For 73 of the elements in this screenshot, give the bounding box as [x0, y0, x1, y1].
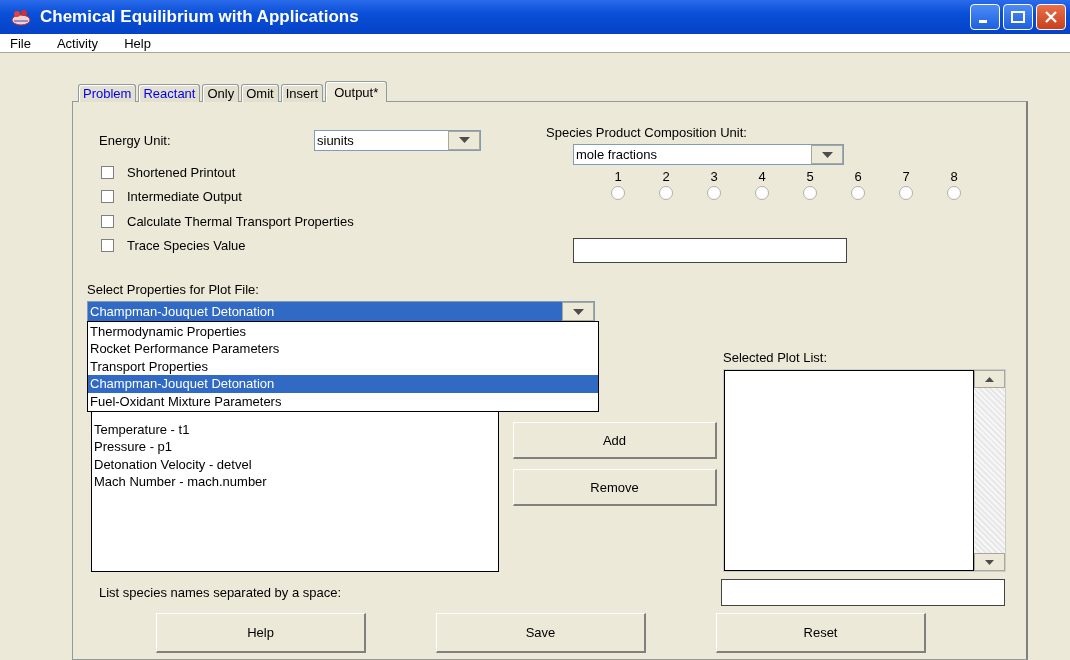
menu-item[interactable]: File	[0, 35, 39, 51]
caret-icon	[458, 137, 470, 143]
radio-button[interactable]	[659, 186, 673, 200]
close-button[interactable]	[1036, 4, 1066, 30]
down-arrow-icon	[985, 559, 994, 565]
radio-label: 5	[806, 169, 814, 185]
scroll-down-button[interactable]	[974, 553, 1005, 571]
app-icon	[10, 8, 32, 26]
maximize-button[interactable]	[1003, 4, 1033, 30]
list-item[interactable]: Mach Number - mach.number	[92, 473, 498, 491]
checkbox-label: Trace Species Value	[127, 238, 246, 254]
dropdown-button[interactable]	[811, 145, 843, 164]
maximize-icon	[1011, 11, 1025, 23]
radio-button[interactable]	[707, 186, 721, 200]
caret-icon	[572, 308, 584, 315]
energy-unit-dropdown[interactable]: siunits	[314, 129, 481, 151]
checkbox[interactable]	[101, 239, 114, 253]
radio-label: 2	[662, 169, 670, 185]
list-item[interactable]: Detonation Velocity - detvel	[92, 455, 498, 474]
dropdown-button[interactable]	[562, 302, 594, 321]
radio-label: 7	[902, 169, 910, 185]
field-label: Select Properties for Plot File:	[87, 282, 260, 297]
field-label: Energy Unit:	[99, 132, 172, 148]
radio-button[interactable]	[899, 186, 913, 200]
tab[interactable]: Insert	[280, 84, 324, 102]
list-button[interactable]: Remove	[513, 469, 717, 506]
radio-button[interactable]	[803, 186, 817, 200]
radio-label: 3	[710, 169, 718, 185]
tab[interactable]: Output*	[325, 81, 388, 102]
checkbox-label: Shortened Printout	[127, 164, 236, 180]
field-label: Species Product Composition Unit:	[546, 125, 748, 140]
composition-unit-dropdown[interactable]: mole fractions	[573, 144, 844, 165]
scrollbar[interactable]	[974, 370, 1005, 571]
plot-properties-dropdown[interactable]: Champman-Jouquet Detonation	[87, 301, 595, 322]
menu-item[interactable]: Help	[114, 35, 159, 51]
window-title: Chemical Equilibrium with Applications	[40, 7, 360, 27]
menu-item[interactable]: Activity	[46, 35, 107, 51]
minimize-icon	[979, 19, 987, 23]
scroll-up-button[interactable]	[974, 370, 1005, 388]
tab[interactable]: Omit	[241, 84, 279, 102]
checkbox[interactable]	[101, 190, 114, 204]
radio-button[interactable]	[851, 186, 865, 200]
field-label: List species names separated by a space:	[99, 585, 343, 600]
list-button[interactable]: Add	[513, 422, 717, 459]
radio-label: 8	[950, 169, 958, 185]
close-icon	[1044, 11, 1058, 23]
list-item[interactable]: Pressure - p1	[92, 438, 498, 456]
radio-label: 4	[758, 169, 766, 185]
caret-icon	[821, 151, 833, 158]
list-label: Selected Plot List:	[723, 350, 829, 365]
tab[interactable]: Problem	[78, 84, 137, 102]
tab[interactable]: Reactant	[138, 84, 201, 102]
dropdown-option[interactable]: Champman-Jouquet Detonation	[88, 375, 598, 393]
tab[interactable]: Only	[202, 84, 240, 102]
radio-button[interactable]	[755, 186, 769, 200]
checkbox-label: Calculate Thermal Transport Properties	[127, 213, 354, 229]
trace-species-field[interactable]	[573, 238, 847, 263]
dropdown-option[interactable]: Thermodynamic Properties	[88, 323, 598, 341]
species-names-field[interactable]	[721, 579, 1005, 606]
action-button[interactable]: Save	[436, 613, 646, 653]
action-button[interactable]: Reset	[716, 613, 926, 653]
dropdown-button[interactable]	[448, 130, 480, 150]
radio-button[interactable]	[611, 186, 625, 200]
list-item[interactable]: Temperature - t1	[92, 421, 498, 439]
up-arrow-icon	[985, 376, 994, 382]
minimize-button[interactable]	[970, 4, 1000, 30]
checkbox[interactable]	[101, 214, 114, 228]
action-button[interactable]: Help	[156, 613, 366, 653]
radio-label: 6	[854, 169, 862, 185]
radio-label: 1	[614, 169, 622, 185]
radio-button[interactable]	[947, 186, 961, 200]
checkbox-label: Intermediate Output	[127, 189, 242, 205]
checkbox[interactable]	[101, 165, 114, 179]
